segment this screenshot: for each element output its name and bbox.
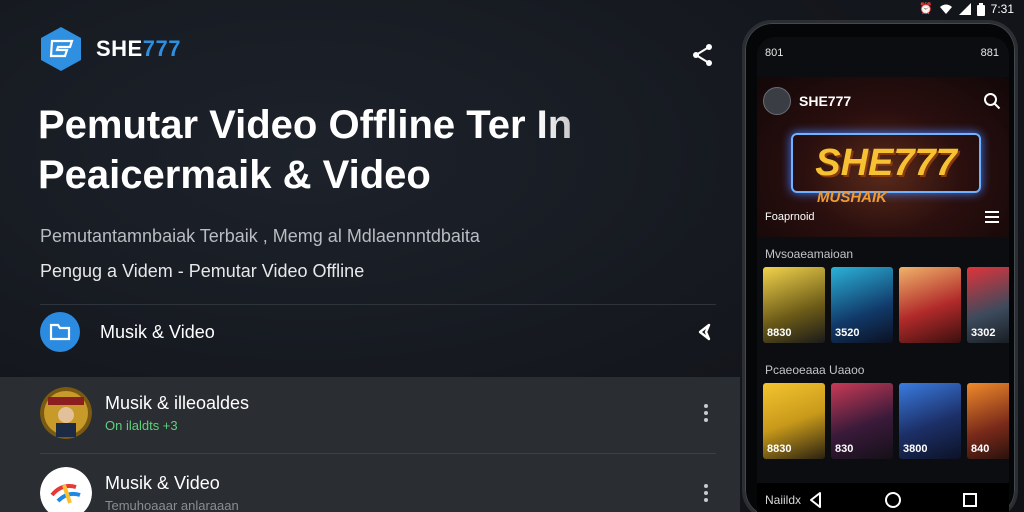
- card-caption: 3800: [903, 443, 928, 455]
- album-thumb: [40, 387, 92, 439]
- alarm-icon: ⏰: [918, 2, 933, 15]
- list-item[interactable]: Musik & illeoaldes On ilaldts +3: [40, 384, 716, 442]
- banner-label: Foaprnoid: [765, 211, 815, 223]
- app-logo-thumb: [40, 467, 92, 512]
- card-caption: 8830: [767, 327, 792, 339]
- banner-logo-sub: MUSHAIK: [817, 189, 887, 206]
- wifi-icon: [939, 4, 952, 14]
- more-vert-icon[interactable]: [696, 478, 716, 508]
- brand-name-accent: 777: [142, 36, 181, 61]
- category-label: Musik & Video: [100, 321, 215, 342]
- status-time: 7:31: [990, 2, 1014, 16]
- card-caption: 8830: [767, 443, 792, 455]
- app-detail-panel: SHE777 Pemutar Video Offline Ter In Peai…: [0, 0, 740, 512]
- page-title-line2: Peaicermaik & Video: [38, 153, 431, 197]
- phone-status-right: 881: [980, 47, 999, 59]
- phone-app-header: SHE777: [763, 87, 1001, 115]
- video-card[interactable]: [899, 267, 961, 343]
- phone-banner[interactable]: SHE777 SHE777 MUSHAIK Foaprnoid: [757, 77, 1009, 237]
- card-row: 8830 3520 3302: [763, 267, 1009, 343]
- system-status-bar: ⏰ 7:31: [884, 0, 1024, 18]
- list-divider: [40, 453, 716, 454]
- page-title: Pemutar Video Offline Ter In Peaicermaik…: [38, 100, 678, 200]
- video-card[interactable]: 3800: [899, 383, 961, 459]
- video-card[interactable]: 3520: [831, 267, 893, 343]
- signal-icon: [958, 3, 971, 15]
- hex-logo-icon: [41, 27, 81, 71]
- section-title: Mvsoaeamaioan: [765, 247, 854, 261]
- phone-status-bar: 801 881: [765, 47, 999, 61]
- back-icon[interactable]: [807, 491, 825, 509]
- video-card[interactable]: 830: [831, 383, 893, 459]
- menu-icon[interactable]: [985, 211, 999, 223]
- search-icon[interactable]: [983, 92, 1001, 110]
- video-card[interactable]: 3302: [967, 267, 1009, 343]
- video-card[interactable]: 8830: [763, 267, 825, 343]
- brand-name: SHE777: [96, 36, 181, 62]
- list-item[interactable]: Musik & Video Temuhoaaar anlaraaan: [40, 464, 716, 512]
- divider: [40, 304, 716, 305]
- battery-icon: [976, 2, 985, 16]
- card-row: 8830 830 3800 840: [763, 383, 1009, 459]
- recents-icon[interactable]: [961, 491, 979, 509]
- home-icon[interactable]: [884, 491, 902, 509]
- chevron-left-icon[interactable]: [694, 321, 716, 343]
- subtitle-secondary: Pengug a Videm - Pemutar Video Offline: [40, 261, 365, 281]
- brand-header: SHE777: [40, 26, 181, 72]
- page-title-line1: Pemutar Video Offline Ter In: [38, 103, 573, 147]
- list-item-title: Musik & illeoaldes: [105, 393, 250, 413]
- phone-brand: SHE777: [799, 93, 852, 109]
- card-caption: 3520: [835, 327, 860, 339]
- card-caption: 840: [971, 443, 990, 455]
- more-vert-icon[interactable]: [696, 398, 716, 428]
- avatar[interactable]: [763, 87, 791, 115]
- brand-name-prefix: SHE: [96, 36, 143, 61]
- share-icon[interactable]: [690, 42, 716, 68]
- folder-icon: [40, 312, 80, 352]
- card-caption: 830: [835, 443, 854, 455]
- banner-logo: SHE777: [791, 133, 981, 193]
- nav-label: Naiildx: [765, 493, 802, 507]
- related-apps-list: Musik & illeoaldes On ilaldts +3 Musik &…: [0, 377, 740, 512]
- phone-status-time: 801: [765, 47, 784, 59]
- list-item-subtitle: On ilaldts +3: [105, 418, 178, 433]
- phone-mockup: 801 881 SHE777 SHE777 MUSHAIK Foaprnoid …: [742, 20, 1018, 512]
- section-title: Pcaeoeaaa Uaaoo: [765, 363, 865, 377]
- list-item-subtitle: Temuhoaaar anlaraaan: [105, 498, 239, 512]
- category-row[interactable]: Musik & Video: [40, 312, 716, 352]
- video-card[interactable]: 8830: [763, 383, 825, 459]
- list-item-title: Musik & Video: [105, 473, 220, 493]
- subtitle-primary: Pemutantamnbaiak Terbaik , Memg al Mdlae…: [40, 226, 480, 246]
- phone-screen: 801 881 SHE777 SHE777 MUSHAIK Foaprnoid …: [757, 37, 1009, 512]
- video-card[interactable]: 840: [967, 383, 1009, 459]
- card-caption: 3302: [971, 327, 996, 339]
